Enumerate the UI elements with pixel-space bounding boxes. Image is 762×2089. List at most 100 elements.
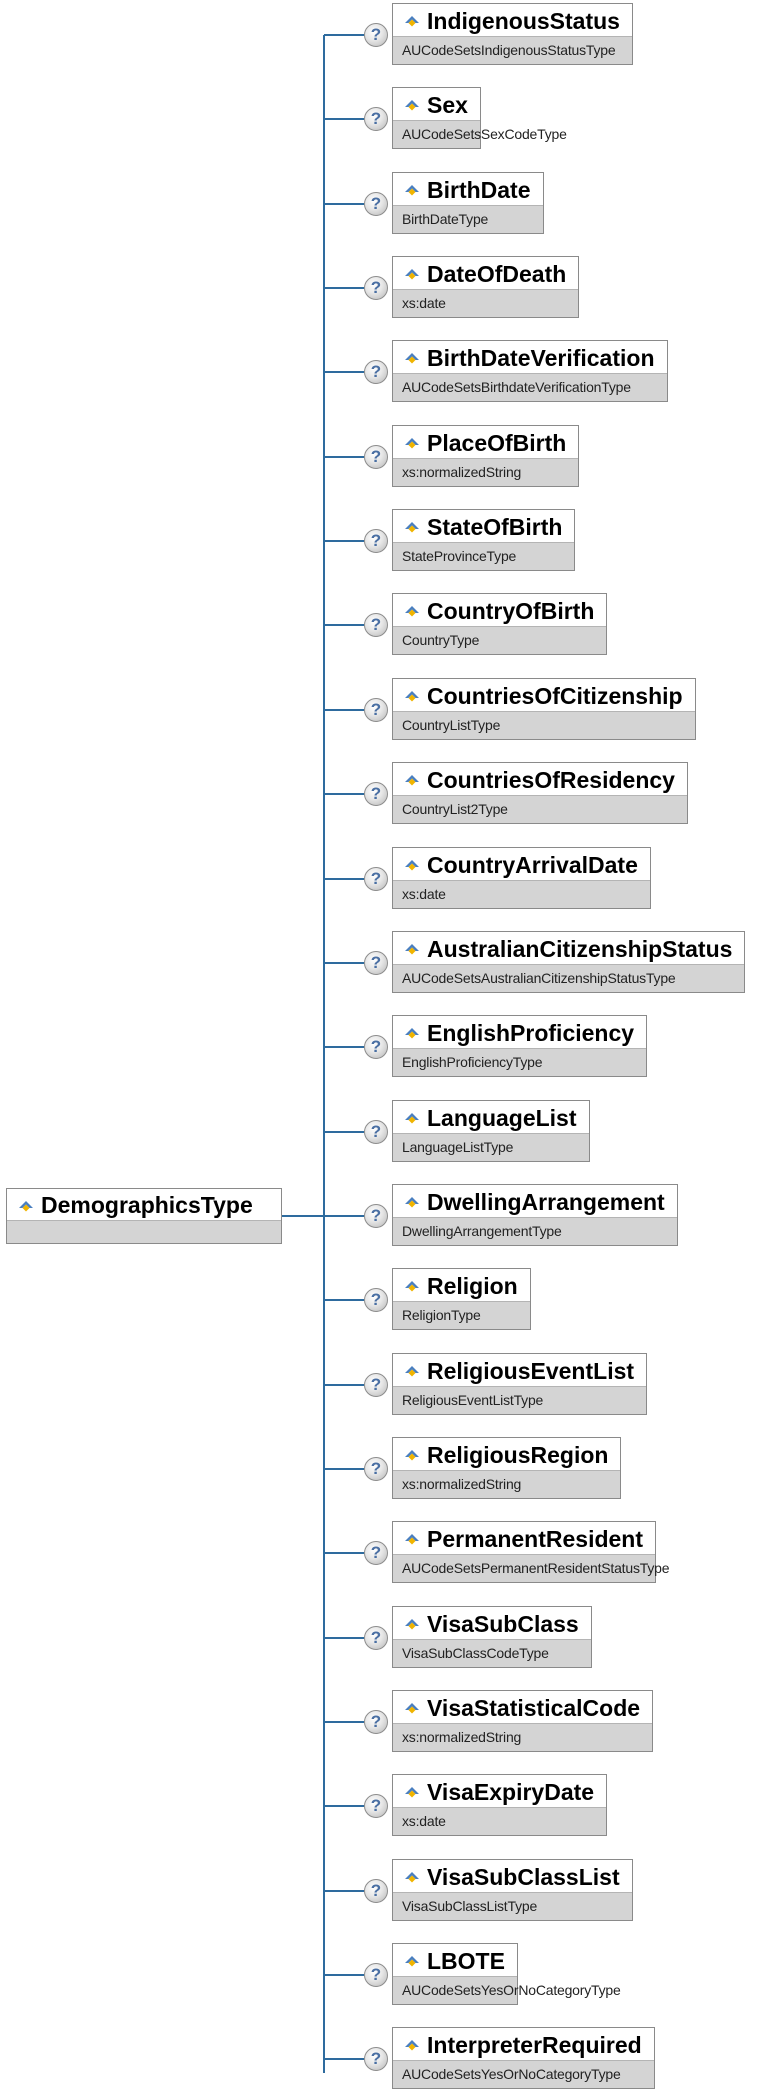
element-icon [405,606,419,617]
element-box[interactable]: ReligiousEventList ReligiousEventListTyp… [392,1353,648,1415]
element-box[interactable]: PlaceOfBirth xs:normalizedString [392,425,580,487]
branch-connector [324,878,364,880]
element-type: xs:date [393,1807,607,1835]
element-box[interactable]: VisaExpiryDate xs:date [392,1774,608,1836]
element-icon [405,1028,419,1039]
element-name: LBOTE [427,1947,505,1974]
element-type: VisaSubClassListType [393,1892,632,1920]
element-box[interactable]: VisaSubClassList VisaSubClassListType [392,1859,633,1921]
help-icon[interactable]: ? [364,951,388,975]
element-box[interactable]: ReligiousRegion xs:normalizedString [392,1437,622,1499]
help-icon[interactable]: ? [364,107,388,131]
help-icon[interactable]: ? [364,2047,388,2071]
element-box[interactable]: IndigenousStatus AUCodeSetsIndigenousSta… [392,3,633,65]
element-name: ReligiousRegion [427,1441,609,1468]
help-icon[interactable]: ? [364,276,388,300]
element-type: CountryList2Type [393,795,687,823]
element-type: xs:normalizedString [393,458,579,486]
element-icon [405,1366,419,1377]
help-icon[interactable]: ? [364,1457,388,1481]
root-element-box[interactable]: DemographicsType [6,1188,282,1244]
help-icon[interactable]: ? [364,192,388,216]
element-box[interactable]: DateOfDeath xs:date [392,256,580,318]
element-box[interactable]: AustralianCitizenshipStatus AUCodeSetsAu… [392,931,746,993]
help-icon[interactable]: ? [364,1035,388,1059]
element-box[interactable]: InterpreterRequired AUCodeSetsYesOrNoCat… [392,2027,655,2089]
branch-connector [324,1805,364,1807]
element-icon [405,100,419,111]
element-box[interactable]: EnglishProficiency EnglishProficiencyTyp… [392,1015,648,1077]
help-icon[interactable]: ? [364,1541,388,1565]
element-box[interactable]: VisaSubClass VisaSubClassCodeType [392,1606,592,1668]
branch-connector [324,1131,364,1133]
help-icon[interactable]: ? [364,1204,388,1228]
branch-connector [324,624,364,626]
branch-connector [324,203,364,205]
element-type: AUCodeSetsSexCodeType [393,120,567,148]
element-box[interactable]: VisaStatisticalCode xs:normalizedString [392,1690,654,1752]
branch-connector [324,1974,364,1976]
element-box[interactable]: CountriesOfCitizenship CountryListType [392,678,696,740]
help-icon[interactable]: ? [364,1120,388,1144]
branch-connector [324,1215,364,1217]
help-icon[interactable]: ? [364,360,388,384]
help-icon[interactable]: ? [364,1710,388,1734]
help-icon[interactable]: ? [364,613,388,637]
element-box[interactable]: DwellingArrangement DwellingArrangementT… [392,1184,678,1246]
help-icon[interactable]: ? [364,1879,388,1903]
element-name: VisaExpiryDate [427,1778,595,1805]
help-icon[interactable]: ? [364,1288,388,1312]
help-icon[interactable]: ? [364,1626,388,1650]
branch-connector [324,1552,364,1554]
element-name: IndigenousStatus [427,7,620,34]
root-connector [282,1215,324,1217]
element-type: xs:date [393,880,650,908]
branch-connector [324,793,364,795]
element-type: AUCodeSetsBirthdateVerificationType [393,373,667,401]
element-icon [405,1281,419,1292]
element-box[interactable]: Sex AUCodeSetsSexCodeType [392,87,567,149]
element-box[interactable]: LBOTE AUCodeSetsYesOrNoCategoryType [392,1943,621,2005]
element-box[interactable]: LanguageList LanguageListType [392,1100,590,1162]
element-box[interactable]: PermanentResident AUCodeSetsPermanentRes… [392,1521,670,1583]
element-type: AUCodeSetsAustralianCitizenshipStatusTyp… [393,964,745,992]
element-icon [405,775,419,786]
element-name: CountryOfBirth [427,597,595,624]
element-box[interactable]: CountryOfBirth CountryType [392,593,608,655]
element-type: EnglishProficiencyType [393,1048,647,1076]
help-icon[interactable]: ? [364,867,388,891]
help-icon[interactable]: ? [364,23,388,47]
element-icon [405,691,419,702]
element-name: PermanentResident [427,1525,644,1552]
element-box[interactable]: CountriesOfResidency CountryList2Type [392,762,688,824]
element-type: xs:normalizedString [393,1723,653,1751]
element-box[interactable]: CountryArrivalDate xs:date [392,847,651,909]
element-type: xs:date [393,289,579,317]
element-name: DwellingArrangement [427,1188,665,1215]
help-icon[interactable]: ? [364,1373,388,1397]
element-name: InterpreterRequired [427,2031,642,2058]
element-box[interactable]: Religion ReligionType [392,1268,531,1330]
element-icon [405,438,419,449]
help-icon[interactable]: ? [364,1963,388,1987]
element-type: CountryListType [393,711,695,739]
element-type: xs:normalizedString [393,1470,621,1498]
element-box[interactable]: BirthDate BirthDateType [392,172,544,234]
element-name: Sex [427,91,468,118]
branch-connector [324,1890,364,1892]
element-box[interactable]: BirthDateVerification AUCodeSetsBirthdat… [392,340,668,402]
help-icon[interactable]: ? [364,698,388,722]
element-name: EnglishProficiency [427,1019,635,1046]
help-icon[interactable]: ? [364,445,388,469]
element-box[interactable]: StateOfBirth StateProvinceType [392,509,576,571]
help-icon[interactable]: ? [364,529,388,553]
help-icon[interactable]: ? [364,1794,388,1818]
element-type: LanguageListType [393,1133,589,1161]
element-icon [405,185,419,196]
help-icon[interactable]: ? [364,782,388,806]
element-type: StateProvinceType [393,542,575,570]
element-name: Religion [427,1272,518,1299]
element-type: VisaSubClassCodeType [393,1639,591,1667]
element-icon [405,1956,419,1967]
element-name: StateOfBirth [427,513,563,540]
